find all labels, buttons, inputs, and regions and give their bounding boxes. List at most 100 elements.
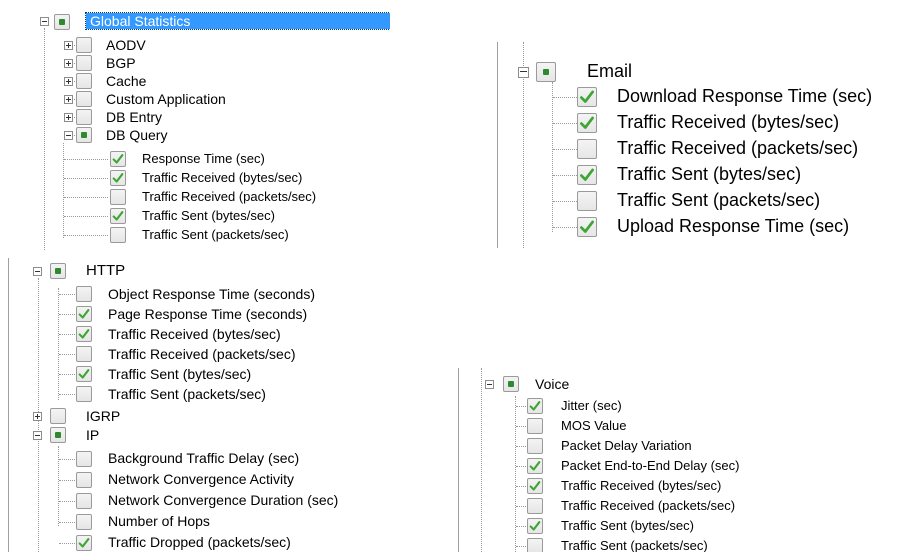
unchecked-checkbox-icon[interactable]: [76, 37, 92, 53]
checked-checkbox-icon[interactable]: [76, 366, 92, 382]
unchecked-checkbox-icon[interactable]: [76, 55, 92, 71]
checked-checkbox-icon[interactable]: [76, 535, 92, 551]
partial-checkbox-icon[interactable]: [50, 263, 66, 279]
tree-item-traffic-received-bytes-sec[interactable]: Traffic Received (bytes/sec): [0, 324, 420, 344]
tree-item-download-response-time-sec[interactable]: Download Response Time (sec): [493, 84, 916, 110]
collapse-icon[interactable]: [64, 131, 73, 140]
unchecked-checkbox-icon[interactable]: [50, 408, 66, 424]
collapse-icon[interactable]: [33, 431, 42, 440]
tree-item-traffic-sent-packets-sec[interactable]: Traffic Sent (packets/sec): [493, 188, 916, 214]
tree-item-traffic-sent-bytes-sec[interactable]: Traffic Sent (bytes/sec): [30, 206, 390, 225]
tree-node-ip[interactable]: IP: [0, 425, 420, 445]
collapse-icon[interactable]: [518, 67, 529, 78]
partial-checkbox-icon[interactable]: [536, 62, 556, 82]
unchecked-checkbox-icon[interactable]: [76, 73, 92, 89]
unchecked-checkbox-icon[interactable]: [577, 191, 597, 211]
tree-item-traffic-dropped-packets-sec[interactable]: Traffic Dropped (packets/sec): [0, 532, 420, 552]
unchecked-checkbox-icon[interactable]: [76, 286, 92, 302]
tree-item-traffic-sent-packets-sec[interactable]: Traffic Sent (packets/sec): [30, 225, 390, 244]
tree-item-traffic-received-packets-sec[interactable]: Traffic Received (packets/sec): [455, 496, 916, 516]
tree-item-page-response-time-seconds[interactable]: Page Response Time (seconds): [0, 304, 420, 324]
collapse-icon[interactable]: [485, 380, 494, 389]
unchecked-checkbox-icon[interactable]: [76, 91, 92, 107]
tree-node-db-query[interactable]: DB Query: [30, 126, 390, 144]
unchecked-checkbox-icon[interactable]: [527, 418, 543, 434]
unchecked-checkbox-icon[interactable]: [76, 451, 92, 467]
checked-checkbox-icon[interactable]: [110, 208, 126, 224]
expand-icon[interactable]: [33, 412, 42, 421]
tree-item-label: Traffic Received (packets/sec): [561, 498, 736, 513]
tree-item-network-convergence-duration-sec[interactable]: Network Convergence Duration (sec): [0, 490, 420, 511]
partial-checkbox-icon[interactable]: [503, 376, 519, 392]
tree-node-custom-application[interactable]: Custom Application: [30, 90, 390, 108]
tree-item-jitter-sec[interactable]: Jitter (sec): [455, 396, 916, 416]
tree-item-traffic-sent-bytes-sec[interactable]: Traffic Sent (bytes/sec): [0, 364, 420, 384]
tree-item-number-of-hops[interactable]: Number of Hops: [0, 511, 420, 532]
unchecked-checkbox-icon[interactable]: [527, 498, 543, 514]
unchecked-checkbox-icon[interactable]: [76, 346, 92, 362]
checked-checkbox-icon[interactable]: [527, 478, 543, 494]
tree-node-email[interactable]: Email: [493, 60, 913, 84]
unchecked-checkbox-icon[interactable]: [76, 493, 92, 509]
tree-item-traffic-received-bytes-sec[interactable]: Traffic Received (bytes/sec): [30, 168, 390, 187]
tree-item-label: Traffic Received (packets/sec): [617, 138, 859, 158]
collapse-icon[interactable]: [40, 17, 49, 26]
tree-item-packet-delay-variation[interactable]: Packet Delay Variation: [455, 436, 916, 456]
tree-item-label: Traffic Sent (packets/sec): [617, 190, 821, 210]
unchecked-checkbox-icon[interactable]: [110, 189, 126, 205]
unchecked-checkbox-icon[interactable]: [76, 386, 92, 402]
unchecked-checkbox-icon[interactable]: [76, 514, 92, 530]
tree-item-traffic-received-packets-sec[interactable]: Traffic Received (packets/sec): [493, 136, 916, 162]
tree-item-response-time-sec[interactable]: Response Time (sec): [30, 149, 390, 168]
tree-node-db-entry[interactable]: DB Entry: [30, 108, 390, 126]
checked-checkbox-icon[interactable]: [577, 217, 597, 237]
checked-checkbox-icon[interactable]: [577, 165, 597, 185]
unchecked-checkbox-icon[interactable]: [577, 139, 597, 159]
tree-item-packet-end-to-end-delay-sec[interactable]: Packet End-to-End Delay (sec): [455, 456, 916, 476]
tree-item-background-traffic-delay-sec[interactable]: Background Traffic Delay (sec): [0, 448, 420, 469]
tree-item-traffic-received-bytes-sec[interactable]: Traffic Received (bytes/sec): [455, 476, 916, 496]
tree-item-traffic-received-packets-sec[interactable]: Traffic Received (packets/sec): [30, 187, 390, 206]
checked-checkbox-icon[interactable]: [577, 87, 597, 107]
partial-checkbox-icon[interactable]: [76, 127, 92, 143]
tree-item-object-response-time-seconds[interactable]: Object Response Time (seconds): [0, 284, 420, 304]
unchecked-checkbox-icon[interactable]: [527, 538, 543, 552]
expand-icon[interactable]: [64, 41, 73, 50]
checked-checkbox-icon[interactable]: [577, 113, 597, 133]
tree-node-voice[interactable]: Voice: [455, 374, 755, 394]
collapse-icon[interactable]: [33, 267, 42, 276]
checked-checkbox-icon[interactable]: [110, 151, 126, 167]
tree-item-traffic-received-bytes-sec[interactable]: Traffic Received (bytes/sec): [493, 110, 916, 136]
tree-item-label: Download Response Time (sec): [617, 86, 873, 106]
unchecked-checkbox-icon[interactable]: [76, 109, 92, 125]
checked-checkbox-icon[interactable]: [76, 306, 92, 322]
tree-item-traffic-sent-bytes-sec[interactable]: Traffic Sent (bytes/sec): [455, 516, 916, 536]
tree-node-aodv[interactable]: AODV: [30, 36, 390, 54]
expand-icon[interactable]: [64, 59, 73, 68]
tree-node-http[interactable]: HTTP: [0, 260, 420, 282]
tree-item-upload-response-time-sec[interactable]: Upload Response Time (sec): [493, 214, 916, 240]
unchecked-checkbox-icon[interactable]: [110, 227, 126, 243]
expand-icon[interactable]: [64, 113, 73, 122]
tree-item-traffic-received-packets-sec[interactable]: Traffic Received (packets/sec): [0, 344, 420, 364]
partial-checkbox-icon[interactable]: [50, 427, 66, 443]
tree-item-network-convergence-activity[interactable]: Network Convergence Activity: [0, 469, 420, 490]
checked-checkbox-icon[interactable]: [76, 326, 92, 342]
unchecked-checkbox-icon[interactable]: [76, 472, 92, 488]
checked-checkbox-icon[interactable]: [527, 398, 543, 414]
tree-node-cache[interactable]: Cache: [30, 72, 390, 90]
tree-item-traffic-sent-packets-sec[interactable]: Traffic Sent (packets/sec): [0, 384, 420, 404]
unchecked-checkbox-icon[interactable]: [527, 438, 543, 454]
tree-node-bgp[interactable]: BGP: [30, 54, 390, 72]
tree-node-igrp[interactable]: IGRP: [0, 406, 420, 426]
checked-checkbox-icon[interactable]: [110, 170, 126, 186]
tree-item-traffic-sent-packets-sec[interactable]: Traffic Sent (packets/sec): [455, 536, 916, 552]
tree-item-mos-value[interactable]: MOS Value: [455, 416, 916, 436]
tree-item-traffic-sent-bytes-sec[interactable]: Traffic Sent (bytes/sec): [493, 162, 916, 188]
expand-icon[interactable]: [64, 95, 73, 104]
checked-checkbox-icon[interactable]: [527, 458, 543, 474]
checked-checkbox-icon[interactable]: [527, 518, 543, 534]
tree-node-global-statistics[interactable]: Global Statistics: [30, 12, 390, 32]
partial-checkbox-icon[interactable]: [54, 14, 70, 30]
expand-icon[interactable]: [64, 77, 73, 86]
